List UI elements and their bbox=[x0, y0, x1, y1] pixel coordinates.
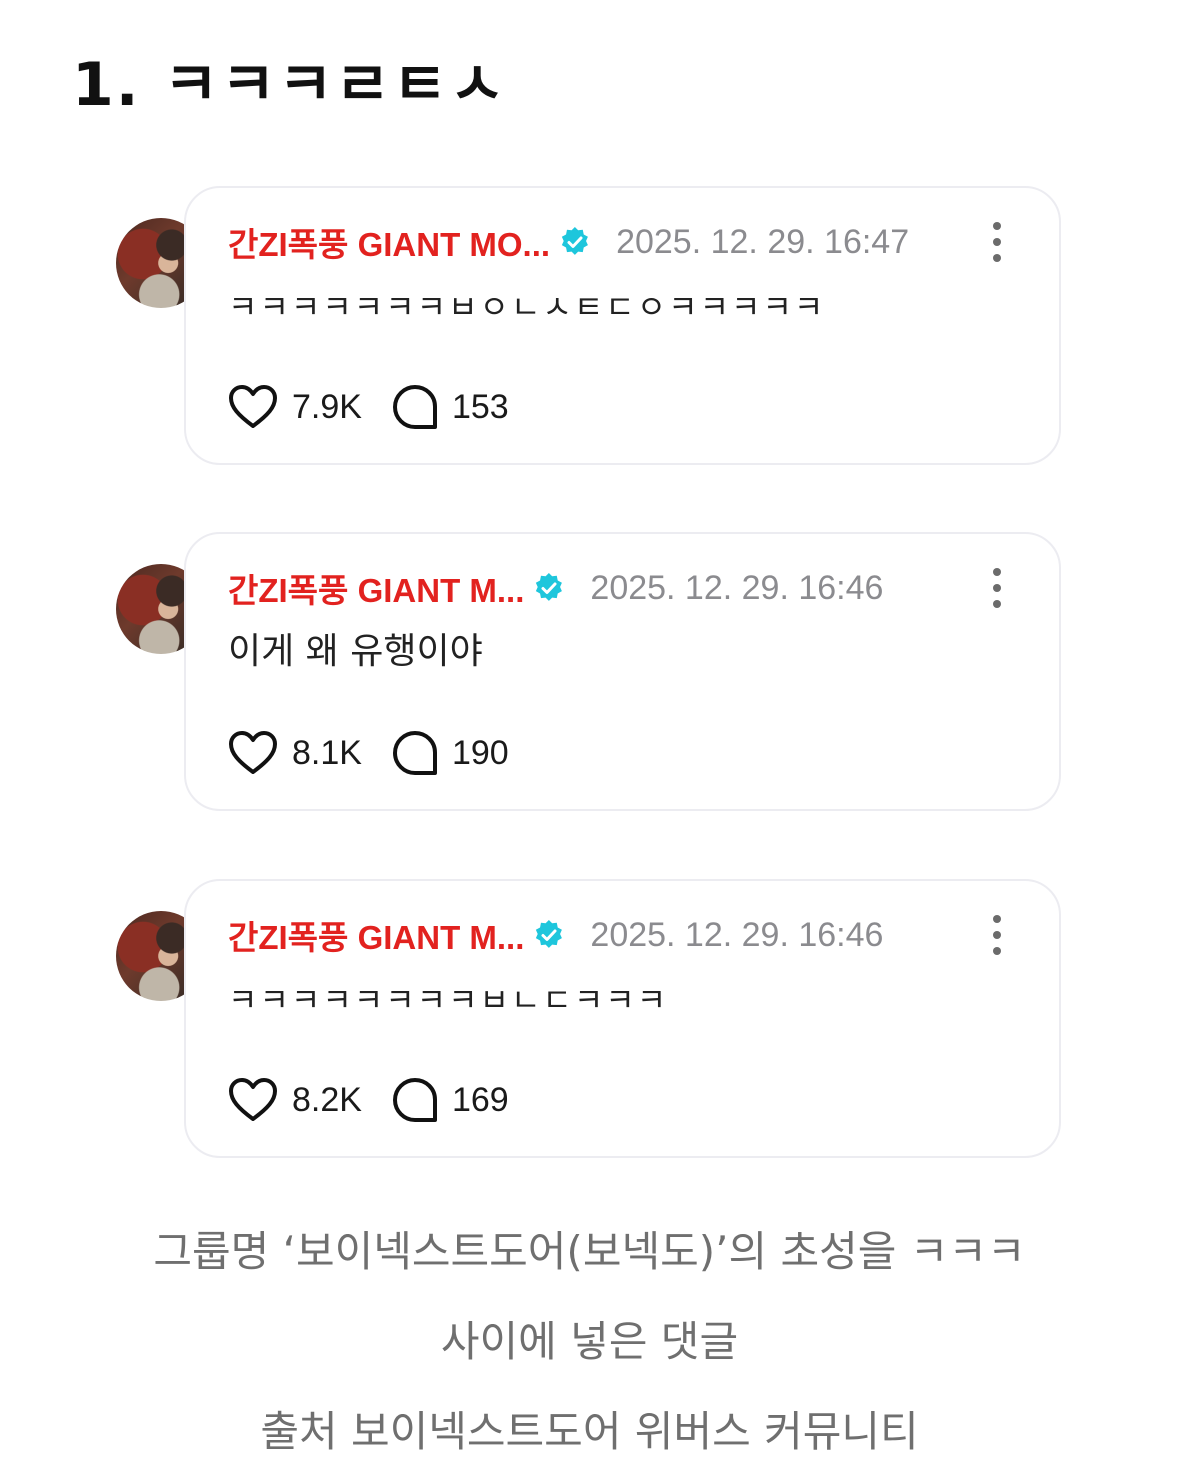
verified-badge-icon bbox=[536, 573, 563, 601]
caption-line-1: 그룹명 ‘보이넥스트도어(보넥도)’의 초성을 ㅋㅋㅋ bbox=[153, 1227, 1026, 1276]
timestamp: 2025. 12. 29. 16:46 bbox=[590, 568, 884, 607]
comment-bubble-icon[interactable] bbox=[392, 730, 438, 776]
comment-header: 간ZI폭풍 GIANT M... 2025. 12. 29. 16:46 bbox=[228, 911, 1029, 959]
comment-text: 이게 왜 유행이야 bbox=[228, 631, 483, 672]
timestamp: 2025. 12. 29. 16:46 bbox=[590, 915, 884, 954]
heart-icon[interactable] bbox=[228, 1077, 278, 1123]
timestamp: 2025. 12. 29. 16:47 bbox=[616, 222, 910, 261]
like-count: 7.9K bbox=[292, 387, 362, 426]
verified-badge-icon bbox=[536, 920, 563, 948]
reply-count: 153 bbox=[451, 387, 509, 426]
comment-bubble-icon[interactable] bbox=[392, 384, 438, 430]
author-name[interactable]: 간ZI폭풍 GIANT MO... bbox=[228, 218, 550, 266]
like-count: 8.2K bbox=[292, 1080, 362, 1119]
more-options-icon[interactable] bbox=[989, 915, 1005, 955]
author-name[interactable]: 간ZI폭풍 GIANT M... bbox=[228, 564, 524, 612]
heart-icon[interactable] bbox=[228, 384, 278, 430]
reply-count: 190 bbox=[451, 733, 509, 772]
verified-badge-icon bbox=[561, 227, 588, 255]
section-heading: 1. ㅋㅋㅋㄹㅌㅅ bbox=[72, 50, 507, 120]
comment-card: 간ZI폭풍 GIANT M... 2025. 12. 29. 16:46 ㅋㅋㅋ… bbox=[184, 879, 1061, 1158]
caption-line-2: 사이에 넣은 댓글 bbox=[440, 1317, 739, 1366]
comment-text: ㅋㅋㅋㅋㅋㅋㅋㅋㅂㄴㄷㅋㅋㅋ bbox=[228, 981, 669, 1019]
comment-header: 간ZI폭풍 GIANT M... 2025. 12. 29. 16:46 bbox=[228, 564, 1029, 612]
more-options-icon[interactable] bbox=[989, 568, 1005, 608]
comment-actions: 7.9K 153 bbox=[228, 382, 509, 432]
heart-icon[interactable] bbox=[228, 730, 278, 776]
comment-card: 간ZI폭풍 GIANT MO... 2025. 12. 29. 16:47 ㅋㅋ… bbox=[184, 186, 1061, 465]
comment-actions: 8.2K 169 bbox=[228, 1075, 509, 1125]
comment-text: ㅋㅋㅋㅋㅋㅋㅋㅂㅇㄴㅅㅌㄷㅇㅋㅋㅋㅋㅋ bbox=[228, 288, 826, 326]
comment-bubble-icon[interactable] bbox=[392, 1077, 438, 1123]
more-options-icon[interactable] bbox=[989, 222, 1005, 262]
reply-count: 169 bbox=[451, 1080, 509, 1119]
like-count: 8.1K bbox=[292, 733, 362, 772]
author-name[interactable]: 간ZI폭풍 GIANT M... bbox=[228, 911, 524, 959]
comment-actions: 8.1K 190 bbox=[228, 728, 509, 778]
comment-card: 간ZI폭풍 GIANT M... 2025. 12. 29. 16:46 이게 … bbox=[184, 532, 1061, 811]
comment-header: 간ZI폭풍 GIANT MO... 2025. 12. 29. 16:47 bbox=[228, 218, 1029, 266]
caption-source: 출처 보이넥스트도어 위버스 커뮤니티 bbox=[260, 1407, 919, 1456]
page: 1. ㅋㅋㅋㄹㅌㅅ 간ZI폭풍 GIANT MO... 2025. 12. 29… bbox=[0, 0, 1179, 1462]
